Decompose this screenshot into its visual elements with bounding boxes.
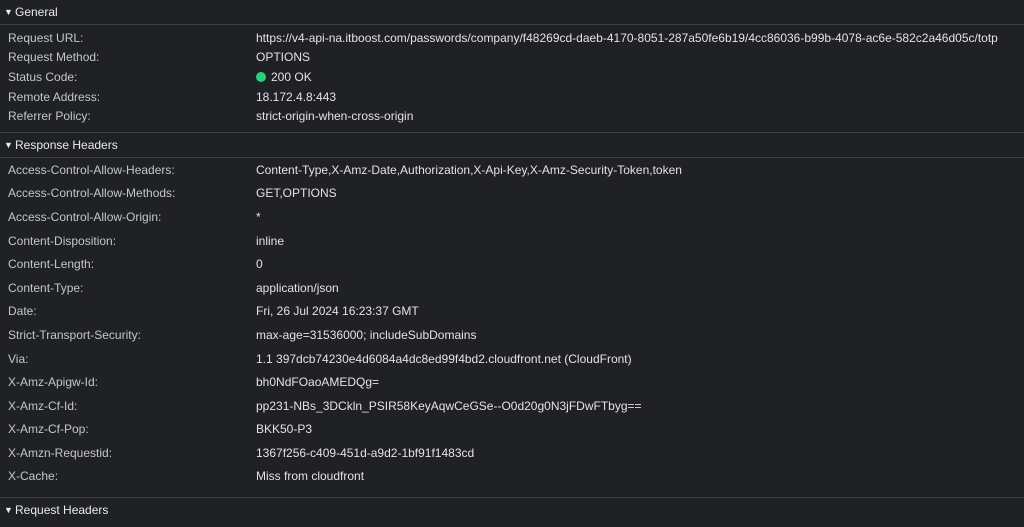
status-dot-icon — [256, 71, 266, 82]
header-row: X-Amzn-Requestid: 1367f256-c409-451d-a9d2… — [0, 441, 1024, 465]
header-row: X-Amz-Apigw-Id: bh0NdFOaoAMEDQg= — [0, 370, 1024, 394]
header-row: Status Code: 200 OK — [0, 67, 1024, 87]
response-rows: Access-Control-Allow-Headers: Content-Typ… — [0, 158, 1024, 491]
header-value[interactable]: inline — [256, 234, 284, 248]
header-row: Access-Control-Allow-Headers: Content-Typ… — [0, 158, 1024, 182]
header-name: Content-Disposition: — [8, 233, 117, 248]
header-row: Access-Control-Allow-Methods: GET,OPTIONS — [0, 182, 1024, 206]
header-value[interactable]: 0 — [256, 257, 263, 271]
header-value[interactable]: Miss from cloudfront — [256, 469, 364, 483]
header-value[interactable]: 1367f256-c409-451d-a9d2-1bf91f1483cd — [256, 446, 474, 460]
header-name: Access-Control-Allow-Methods: — [8, 186, 176, 201]
section-header-general[interactable]: ▼ General — [0, 0, 1024, 24]
triangle-down-icon: ▼ — [4, 7, 13, 17]
header-value[interactable]: pp231-NBs_3DCkln_PSIR58KeyAqwCeGSe--O0d2… — [256, 399, 642, 413]
header-row: Content-Type: application/json — [0, 276, 1024, 300]
header-value[interactable]: 1.1 397dcb74230e4d6084a4dc8ed99f4bd2.clo… — [256, 352, 632, 366]
header-row: Strict-Transport-Security: max-age=315360… — [0, 323, 1024, 347]
status-value[interactable]: 200 OK — [256, 70, 312, 84]
header-row: Request URL: https://v4-api-na.itboost.c… — [0, 28, 1024, 48]
headers-panel: ▼ General Request URL: https://v4-api-na.… — [0, 0, 1024, 527]
header-row: Content-Disposition: inline — [0, 229, 1024, 253]
header-row: Content-Length: 0 — [0, 252, 1024, 276]
header-name: Request URL: — [8, 30, 84, 45]
header-value[interactable]: BKK50-P3 — [256, 422, 312, 436]
header-row: Via: 1.1 397dcb74230e4d6084a4dc8ed99f4bd2… — [0, 347, 1024, 371]
triangle-down-icon: ▼ — [4, 505, 13, 516]
section-header-request[interactable]: ▼ Request Headers — [0, 498, 1024, 522]
header-name: X-Amz-Cf-Id: — [8, 398, 78, 413]
header-row: X-Amz-Cf-Pop: BKK50-P3 — [0, 418, 1024, 442]
header-value[interactable]: bh0NdFOaoAMEDQg= — [256, 375, 379, 389]
header-value[interactable]: https://v4-api-na.itboost.com/passwords/… — [256, 31, 998, 45]
header-row: X-Cache: Miss from cloudfront — [0, 465, 1024, 489]
header-value[interactable]: 18.172.4.8:443 — [256, 90, 336, 104]
header-name: Strict-Transport-Security: — [8, 327, 141, 342]
header-value[interactable]: Content-Type,X-Amz-Date,Authorization,X-… — [256, 163, 682, 177]
header-name: Via: — [8, 351, 29, 366]
header-name: Content-Type: — [8, 280, 84, 295]
header-name: Date: — [8, 304, 37, 319]
header-value[interactable]: GET,OPTIONS — [256, 186, 337, 200]
header-name: X-Amzn-Requestid: — [8, 445, 113, 460]
header-name: Access-Control-Allow-Headers: — [8, 162, 175, 177]
header-value[interactable]: * — [256, 210, 261, 224]
header-name: Referrer Policy: — [8, 109, 91, 124]
header-name: X-Amz-Cf-Pop: — [8, 422, 89, 437]
header-name: X-Amz-Apigw-Id: — [8, 375, 99, 390]
header-name: Remote Address: — [8, 89, 101, 104]
header-row: Access-Control-Allow-Origin: * — [0, 205, 1024, 229]
section-title: Response Headers — [15, 137, 118, 152]
header-row: Remote Address: 18.172.4.8:443 — [0, 87, 1024, 107]
header-name: Request Method: — [8, 50, 100, 65]
header-row: Referrer Policy: strict-origin-when-cros… — [0, 106, 1024, 126]
section-header-response[interactable]: ▼ Response Headers — [0, 133, 1024, 157]
header-row: X-Amz-Cf-Id: pp231-NBs_3DCkln_PSIR58KeyAq… — [0, 394, 1024, 418]
section-title: Request Headers — [15, 503, 109, 518]
header-name: Access-Control-Allow-Origin: — [8, 209, 162, 224]
header-name: Content-Length: — [8, 257, 95, 272]
header-name: Status Code: — [8, 69, 78, 84]
triangle-down-icon: ▼ — [4, 139, 13, 150]
header-row: Request Method: OPTIONS — [0, 48, 1024, 68]
header-value[interactable]: application/json — [256, 281, 339, 295]
header-value[interactable]: OPTIONS — [256, 50, 310, 64]
header-name: X-Cache: — [8, 469, 59, 484]
header-value[interactable]: Fri, 26 Jul 2024 16:23:37 GMT — [256, 304, 419, 318]
status-text: 200 OK — [271, 69, 312, 84]
header-value[interactable]: max-age=31536000; includeSubDomains — [256, 328, 476, 342]
header-value[interactable]: strict-origin-when-cross-origin — [256, 109, 413, 123]
general-rows: Request URL: https://v4-api-na.itboost.c… — [0, 25, 1024, 126]
section-title: General — [15, 5, 58, 19]
header-row: Date: Fri, 26 Jul 2024 16:23:37 GMT — [0, 300, 1024, 324]
